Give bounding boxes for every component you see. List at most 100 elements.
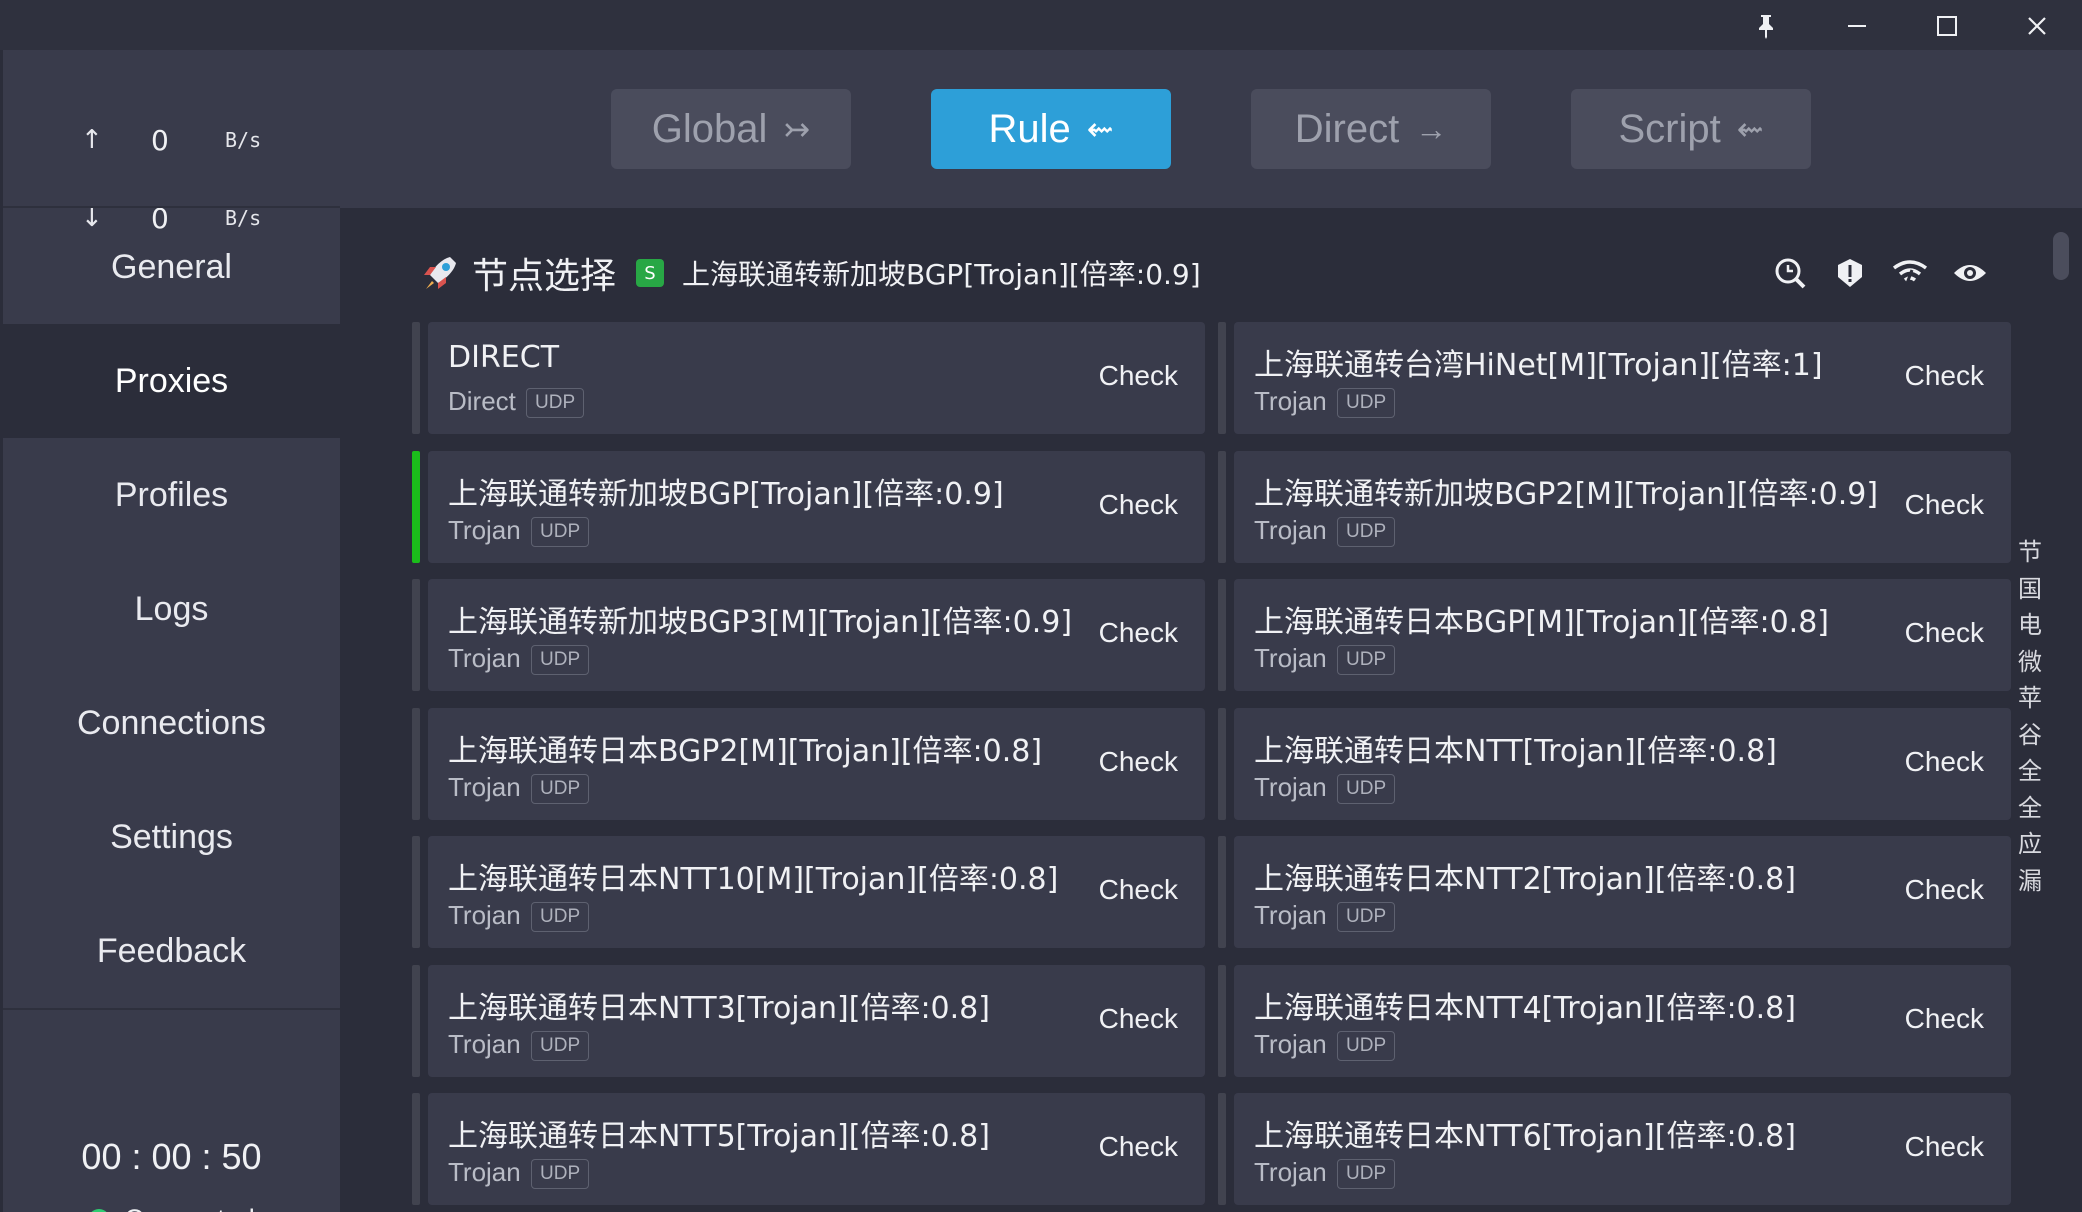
proxy-type: Trojan bbox=[448, 1157, 521, 1187]
check-latency-button[interactable]: Check bbox=[1905, 874, 1984, 906]
proxy-card-body[interactable]: 上海联通转日本NTT[Trojan][倍率:0.8] Trojan UDP Check bbox=[1234, 707, 2011, 820]
proxy-card-body[interactable]: 上海联通转新加坡BGP2[M][Trojan][倍率:0.9] Trojan UDP… bbox=[1234, 450, 2011, 563]
proxy-card[interactable]: 上海联通转日本NTT[Trojan][倍率:0.8] Trojan UDP Check bbox=[1218, 707, 2011, 820]
proxy-card[interactable]: 上海联通转日本BGP2[M][Trojan][倍率:0.8] Trojan UDP C… bbox=[412, 707, 1205, 820]
proxy-card-body[interactable]: 上海联通转日本NTT5[Trojan][倍率:0.8] Trojan UDP Chec… bbox=[428, 1093, 1205, 1205]
check-latency-button[interactable]: Check bbox=[1905, 746, 1984, 778]
scrollbar-thumb[interactable] bbox=[2053, 232, 2069, 280]
upload-value: 0 bbox=[151, 123, 169, 157]
maximize-button[interactable] bbox=[1917, 4, 1977, 48]
proxy-group-type-badge: S bbox=[636, 259, 665, 287]
mode-script-button[interactable]: Script ⇜ bbox=[1571, 89, 1811, 169]
group-index-item[interactable]: 漏 bbox=[2010, 861, 2050, 898]
search-latency-icon[interactable] bbox=[1760, 250, 1820, 296]
sidebar-item-settings[interactable]: Settings bbox=[3, 780, 340, 894]
wifi-icon[interactable] bbox=[1880, 250, 1940, 296]
proxy-group-header[interactable]: 节点选择 S 上海联通转新加坡BGP[Trojan][倍率:0.9] bbox=[420, 248, 1201, 298]
group-index-item[interactable]: 全 bbox=[2010, 788, 2050, 825]
proxy-card-body[interactable]: 上海联通转日本NTT4[Trojan][倍率:0.8] Trojan UDP Chec… bbox=[1234, 964, 2011, 1077]
alert-icon-svg bbox=[1838, 259, 1862, 287]
check-latency-button[interactable]: Check bbox=[1905, 489, 1984, 521]
proxy-card-body[interactable]: DIRECT Direct UDP Check bbox=[428, 322, 1205, 434]
udp-badge: UDP bbox=[531, 902, 590, 932]
udp-badge: UDP bbox=[531, 516, 590, 547]
check-latency-button[interactable]: Check bbox=[1905, 1003, 1984, 1035]
check-latency-button[interactable]: Check bbox=[1905, 1131, 1984, 1163]
group-index-item[interactable]: 全 bbox=[2010, 751, 2050, 788]
proxy-type: Trojan bbox=[448, 771, 521, 802]
group-index-item[interactable]: 苹 bbox=[2010, 678, 2050, 715]
mode-rule-button[interactable]: Rule ⇜ bbox=[931, 89, 1171, 169]
sidebar-item-connections[interactable]: Connections bbox=[3, 666, 340, 780]
check-latency-button[interactable]: Check bbox=[1099, 489, 1178, 521]
check-latency-button[interactable]: Check bbox=[1099, 1003, 1178, 1035]
proxy-card-body[interactable]: 上海联通转日本NTT3[Trojan][倍率:0.8] Trojan UDP Chec… bbox=[428, 964, 1205, 1077]
proxy-card[interactable]: 上海联通转日本BGP[M][Trojan][倍率:0.8] Trojan UDP Ch… bbox=[1218, 579, 2011, 691]
proxy-card[interactable]: DIRECT Direct UDP Check bbox=[412, 322, 1205, 434]
proxy-card[interactable]: 上海联通转新加坡BGP[Trojan][倍率:0.9] Trojan UDP Chec… bbox=[412, 450, 1205, 563]
mode-direct-button[interactable]: Direct → bbox=[1251, 89, 1491, 169]
sidebar-item-label: Logs bbox=[134, 589, 209, 628]
proxy-type: Trojan bbox=[1254, 1028, 1327, 1059]
proxy-card-body[interactable]: 上海联通转日本NTT10[M][Trojan][倍率:0.8] Trojan UDP… bbox=[428, 836, 1205, 948]
sidebar-item-general[interactable]: General bbox=[3, 210, 340, 324]
sidebar-item-feedback[interactable]: Feedback bbox=[3, 894, 340, 1008]
close-button[interactable] bbox=[2007, 4, 2067, 48]
proxy-group-actions bbox=[1760, 250, 2000, 296]
check-latency-button[interactable]: Check bbox=[1905, 360, 1984, 392]
maximize-icon bbox=[1937, 16, 1957, 36]
proxy-card[interactable]: 上海联通转台湾HiNet[M][Trojan][倍率:1] Trojan UDP Ch… bbox=[1218, 322, 2011, 434]
proxy-card[interactable]: 上海联通转日本NTT4[Trojan][倍率:0.8] Trojan UDP Chec… bbox=[1218, 964, 2011, 1077]
minimize-icon bbox=[1848, 25, 1866, 27]
proxy-card-body[interactable]: 上海联通转日本BGP[M][Trojan][倍率:0.8] Trojan UDP Ch… bbox=[1234, 579, 2011, 691]
proxy-card[interactable]: 上海联通转日本NTT3[Trojan][倍率:0.8] Trojan UDP Chec… bbox=[412, 964, 1205, 1077]
sidebar-item-proxies[interactable]: Proxies bbox=[3, 324, 340, 438]
proxy-card-body[interactable]: 上海联通转日本NTT6[Trojan][倍率:0.8] Trojan UDP Chec… bbox=[1234, 1093, 2011, 1205]
sidebar-item-logs[interactable]: Logs bbox=[3, 552, 340, 666]
sidebar-item-label: Settings bbox=[110, 817, 233, 856]
minimize-button[interactable] bbox=[1827, 4, 1887, 48]
proxy-card-body[interactable]: 上海联通转新加坡BGP[Trojan][倍率:0.9] Trojan UDP Chec… bbox=[428, 450, 1205, 563]
mode-bar: Global ↣ Rule ⇜ Direct → Script ⇜ bbox=[340, 50, 2082, 210]
group-index-item[interactable]: 国 bbox=[2010, 569, 2050, 606]
group-index-item[interactable]: 微 bbox=[2010, 642, 2050, 679]
proxy-type: Trojan bbox=[448, 643, 521, 673]
proxy-name: 上海联通转日本NTT6[Trojan][倍率:0.8] bbox=[1254, 1119, 1796, 1154]
proxy-card-body[interactable]: 上海联通转台湾HiNet[M][Trojan][倍率:1] Trojan UDP Ch… bbox=[1234, 322, 2011, 434]
check-latency-button[interactable]: Check bbox=[1099, 746, 1178, 778]
eye-icon[interactable] bbox=[1940, 250, 2000, 296]
group-index-item[interactable]: 节 bbox=[2010, 532, 2050, 569]
group-index-item[interactable]: 应 bbox=[2010, 824, 2050, 861]
proxy-card[interactable]: 上海联通转新加坡BGP2[M][Trojan][倍率:0.9] Trojan UDP… bbox=[1218, 450, 2011, 563]
eye-icon-svg bbox=[1954, 265, 1986, 281]
sidebar-divider bbox=[3, 206, 340, 208]
check-latency-button[interactable]: Check bbox=[1099, 874, 1178, 906]
check-latency-button[interactable]: Check bbox=[1099, 1131, 1178, 1163]
search-latency-icon-svg bbox=[1775, 258, 1806, 289]
proxy-group-name: 节点选择 bbox=[472, 256, 617, 297]
mode-label: Rule bbox=[988, 106, 1071, 151]
proxy-card-body[interactable]: 上海联通转日本NTT2[Trojan][倍率:0.8] Trojan UDP Chec… bbox=[1234, 836, 2011, 948]
group-index-item[interactable]: 谷 bbox=[2010, 715, 2050, 752]
sidebar-item-profiles[interactable]: Profiles bbox=[3, 438, 340, 552]
check-latency-button[interactable]: Check bbox=[1099, 617, 1178, 649]
pin-icon[interactable] bbox=[1736, 4, 1796, 48]
close-icon bbox=[2028, 17, 2046, 35]
proxy-card[interactable]: 上海联通转日本NTT5[Trojan][倍率:0.8] Trojan UDP Chec… bbox=[412, 1093, 1205, 1205]
rocket-icon bbox=[424, 257, 456, 289]
proxy-card[interactable]: 上海联通转日本NTT10[M][Trojan][倍率:0.8] Trojan UDP… bbox=[412, 836, 1205, 948]
check-latency-button[interactable]: Check bbox=[1099, 360, 1178, 392]
proxy-group-current: 上海联通转新加坡BGP[Trojan][倍率:0.9] bbox=[682, 258, 1201, 291]
group-index-item[interactable]: 电 bbox=[2010, 605, 2050, 642]
upload-arrow-icon: ↑ bbox=[81, 125, 103, 155]
proxy-type: Trojan bbox=[448, 514, 521, 545]
proxy-card-body[interactable]: 上海联通转日本BGP2[M][Trojan][倍率:0.8] Trojan UDP C… bbox=[428, 707, 1205, 820]
proxy-card-body[interactable]: 上海联通转新加坡BGP3[M][Trojan][倍率:0.9] Trojan UDP… bbox=[428, 579, 1205, 691]
proxy-card[interactable]: 上海联通转日本NTT2[Trojan][倍率:0.8] Trojan UDP Chec… bbox=[1218, 836, 2011, 948]
sidebar-item-label: Profiles bbox=[114, 475, 229, 514]
proxy-card[interactable]: 上海联通转新加坡BGP3[M][Trojan][倍率:0.9] Trojan UDP… bbox=[412, 579, 1205, 691]
check-latency-button[interactable]: Check bbox=[1905, 617, 1984, 649]
alert-icon[interactable] bbox=[1820, 250, 1880, 296]
mode-global-button[interactable]: Global ↣ bbox=[611, 89, 851, 169]
proxy-card[interactable]: 上海联通转日本NTT6[Trojan][倍率:0.8] Trojan UDP Chec… bbox=[1218, 1093, 2011, 1205]
